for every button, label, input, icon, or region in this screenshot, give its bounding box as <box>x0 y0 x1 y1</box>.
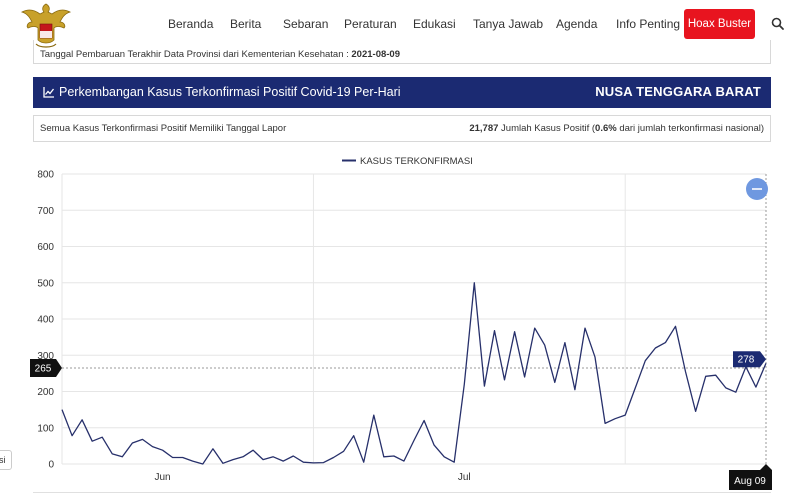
chart-legend[interactable]: KASUS TERKONFIRMASI <box>342 156 473 167</box>
y-tick-label: 800 <box>37 170 54 181</box>
summary-total: 21,787 Jumlah Kasus Positif (0.6% dari j… <box>469 123 764 134</box>
y-tick-label: 700 <box>37 206 54 217</box>
national-percentage: 0.6% <box>595 123 617 134</box>
update-date: 2021-08-09 <box>351 49 400 60</box>
percentage-suffix: dari jumlah terkonfirmasi nasional) <box>619 123 764 134</box>
nav-item-peraturan[interactable]: Peraturan <box>344 17 397 31</box>
nav-item-edukasi[interactable]: Edukasi <box>413 17 456 31</box>
y-tick-label: 100 <box>37 423 54 434</box>
nav-item-berita[interactable]: Berita <box>230 17 261 31</box>
search-icon[interactable] <box>770 16 786 32</box>
total-label: Jumlah Kasus Positif ( <box>501 123 596 134</box>
update-label: Tanggal Pembaruan Terakhir Data Provinsi… <box>40 49 349 60</box>
legend-label[interactable]: KASUS TERKONFIRMASI <box>360 156 473 167</box>
summary-note: Semua Kasus Terkonfirmasi Positif Memili… <box>40 123 287 134</box>
chart-title-bar: Perkembangan Kasus Terkonfirmasi Positif… <box>33 77 771 108</box>
y-tick-label: 0 <box>48 460 54 471</box>
zoom-reset-button[interactable] <box>746 178 768 200</box>
x-tick-label: Jun <box>155 472 171 483</box>
nav-item-info-penting[interactable]: Info Penting <box>616 17 680 31</box>
y-tick-label: 200 <box>37 387 54 398</box>
line-chart-icon <box>43 87 55 98</box>
y-tick-label: 400 <box>37 315 54 326</box>
update-info: Tanggal Pembaruan Terakhir Data Provinsi… <box>33 40 771 64</box>
value-tooltip-text: 278 <box>738 355 755 366</box>
x-tick-label: Jul <box>458 472 471 483</box>
nav-item-tanya-jawab[interactable]: Tanya Jawab <box>473 17 543 31</box>
chart-title: Perkembangan Kasus Terkonfirmasi Positif… <box>59 85 401 99</box>
divider <box>33 492 771 493</box>
y-tick-label: 600 <box>37 242 54 253</box>
y-axis: 0100200300400500600700800 <box>37 170 54 471</box>
tooltips: 265 278 Aug 09 <box>30 351 772 490</box>
y-tick-label: 500 <box>37 278 54 289</box>
side-tab[interactable]: si <box>0 450 12 470</box>
hoax-buster-button[interactable]: Hoax Buster <box>684 9 755 39</box>
daily-cases-chart[interactable]: 0100200300400500600700800 Jun Jul KASUS T… <box>0 148 800 500</box>
y-crosshair-value: 265 <box>35 363 52 374</box>
x-axis: Jun Jul <box>155 472 471 483</box>
total-cases: 21,787 <box>469 123 499 134</box>
grid-lines <box>61 173 766 465</box>
nav-item-agenda[interactable]: Agenda <box>556 17 597 31</box>
x-crosshair-value: Aug 09 <box>734 476 766 487</box>
series-line-kasus-terkonfirmasi[interactable] <box>61 282 767 465</box>
summary-row: Semua Kasus Terkonfirmasi Positif Memili… <box>33 115 771 142</box>
nav-item-sebaran[interactable]: Sebaran <box>283 17 328 31</box>
region-name: NUSA TENGGARA BARAT <box>595 84 761 99</box>
nav-item-beranda[interactable]: Beranda <box>168 17 213 31</box>
